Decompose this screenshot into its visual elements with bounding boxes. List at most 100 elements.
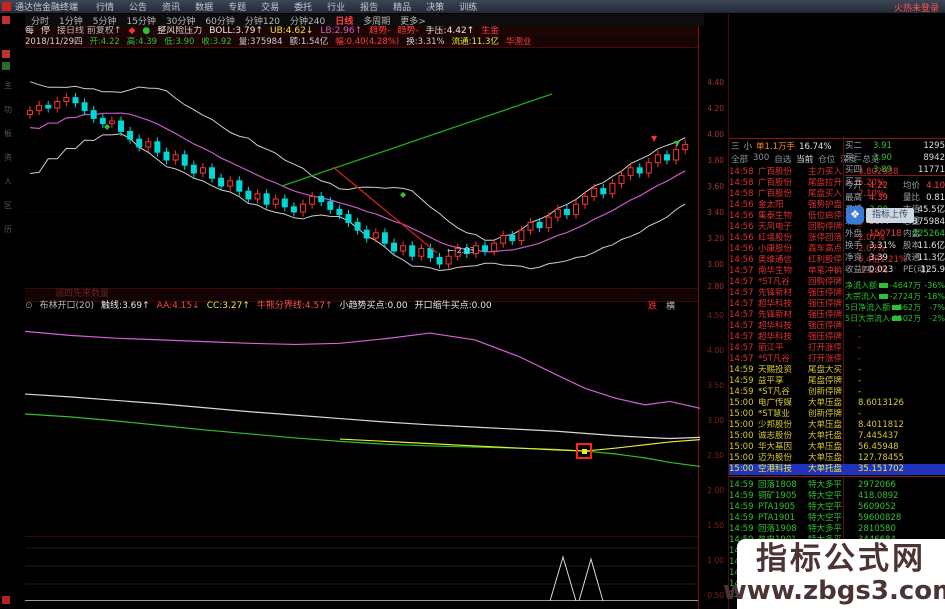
menu-item[interactable]: 专题 [228, 0, 246, 13]
timeframe-item[interactable]: 1分钟 [59, 14, 83, 27]
candle-body [281, 198, 288, 208]
message-row[interactable]: 15:00 少邦股份 大单压盘 8.4011812 [729, 420, 945, 431]
orderbook-row[interactable]: 买二 3.91 1295 [845, 140, 945, 152]
timeframe-item[interactable]: 15分钟 [126, 14, 155, 27]
quote-row: 净资 3.39 流通 11.3亿 [845, 252, 945, 264]
message-row[interactable]: 15:00 华大基因 大单压盘 56.45948 [729, 442, 945, 453]
quote-value: 11.6亿 [917, 241, 945, 251]
spike-line [549, 555, 577, 602]
orderbook-row[interactable]: 买三 3.90 8942 [845, 152, 945, 164]
candle-body [254, 193, 261, 200]
daily-quote-line: 2018/11/29四 开:4.22 高:4.39 低:3.90 收:3.92 量:375… [25, 37, 698, 47]
message-cell: 天风电子 [758, 222, 793, 232]
main-axis-label: 3.40 [707, 208, 724, 217]
timeframe-item[interactable]: 分时 [31, 14, 49, 27]
message-row[interactable]: 14:59 *ST凡谷 创新停牌 - [729, 387, 945, 398]
message-row[interactable]: 14:59 PTA1901 特大空平 59600828 [729, 513, 945, 524]
message-row[interactable]: 14:59 天赐投资 尾盘大买 - [729, 365, 945, 376]
watermark: 指标公式网 www.zbgs3.com [723, 539, 945, 609]
floating-tooltip[interactable]: ❖ 指标上传 [846, 206, 915, 224]
left-tool-icon[interactable] [2, 50, 10, 58]
tab-item[interactable]: 仓位 [818, 153, 835, 165]
tab-item[interactable]: 当前 [796, 153, 813, 165]
left-tab-char[interactable]: 人 [4, 176, 12, 187]
message-cell: 特大多平 [808, 524, 843, 534]
left-tool-icon[interactable] [2, 62, 10, 70]
timeframe-item[interactable]: 60分钟 [205, 14, 234, 27]
timeframe-item[interactable]: 分钟120 [245, 14, 280, 27]
candle-body [81, 102, 88, 112]
message-row[interactable]: 15:00 诚志股份 大单托盘 7.445437 [729, 431, 945, 442]
message-row[interactable]: 14:57 超华科技 强压停牌 - [729, 332, 945, 343]
left-tab-char[interactable]: 资 [4, 152, 12, 163]
message-cell: 特大空平 [808, 513, 843, 523]
message-cell: 天赐投资 [758, 365, 793, 375]
window-title: 通达信金融终端 [15, 3, 79, 13]
message-row[interactable]: 14:59 铜矿1905 特大空平 418.0892 [729, 491, 945, 502]
message-row[interactable]: 15:00 *ST慧业 创新停牌 - [729, 409, 945, 420]
message-row[interactable]: 15:00 电广传媒 大单压盘 8.6013126 [729, 398, 945, 409]
tab-item[interactable]: 全部 [731, 153, 748, 165]
left-tab-char[interactable]: 主 [4, 80, 12, 91]
message-row[interactable]: 15:00 迈为股份 大单压盘 127.78455 [729, 453, 945, 464]
message-row[interactable]: 14:59 回落1808 特大多平 2972066 [729, 480, 945, 491]
timeframe-item[interactable]: 分钟240 [290, 14, 325, 27]
candle-body [272, 198, 279, 205]
left-tool-icon[interactable] [2, 596, 10, 604]
message-cell: 14:59 [729, 491, 754, 501]
left-tab-char[interactable]: 功 [4, 104, 12, 115]
menu-item[interactable]: 决策 [426, 0, 444, 13]
message-row[interactable]: 14:57 丽江平 打开涨停 - [729, 343, 945, 354]
boll-bands [29, 81, 686, 272]
menu-item[interactable]: 行业 [327, 0, 345, 13]
message-row[interactable]: 14:59 回落1908 特大多平 2810580 [729, 524, 945, 535]
lower-axis-label: 3.50 [707, 381, 724, 390]
left-tab-char[interactable]: 板 [4, 128, 12, 139]
candle-body [400, 245, 407, 252]
message-row[interactable]: 14:59 PTA1905 特大空平 5609052 [729, 502, 945, 513]
left-tab-char[interactable]: 历 [4, 224, 12, 235]
menu-item[interactable]: 精品 [393, 0, 411, 13]
timeframe-item[interactable]: 多周期 [363, 14, 390, 27]
tab-item[interactable]: 300 [753, 153, 769, 165]
title-bar: 通达信金融终端 行情 公告 资讯 数据 专题 交易 委托 行业 报告 精品 决策 训练 火热未登录 [0, 0, 945, 14]
fundflow-label: 5日净流入额 [845, 303, 891, 312]
timeframe-item[interactable]: 日线 [335, 14, 353, 27]
menu-item[interactable]: 报告 [360, 0, 378, 13]
menu-item[interactable]: 委托 [294, 0, 312, 13]
candle-body [154, 141, 161, 153]
indicator-value: AA:4.15↓ [156, 301, 200, 311]
indicator-upload-icon[interactable]: ❖ [846, 206, 864, 224]
menu-item[interactable]: 数据 [195, 0, 213, 13]
left-tab-char[interactable]: 区 [4, 200, 12, 211]
menu-item[interactable]: 资讯 [162, 0, 180, 13]
left-tool-icon[interactable] [2, 16, 10, 24]
timeframe-item[interactable]: 更多> [400, 14, 426, 27]
message-row[interactable]: 14:59 益平享 尾盘停牌 - [729, 376, 945, 387]
candle-body [445, 255, 452, 265]
message-cell: 15:00 [729, 409, 754, 419]
menu-item[interactable]: 交易 [261, 0, 279, 13]
quote-panel-tabs: 全部 300 自选 当前 仓位 深度 总览 [729, 153, 879, 165]
timeframe-item[interactable]: 5分钟 [93, 14, 117, 27]
watermark-site-name: 指标公式网 [756, 540, 926, 577]
menu-item[interactable]: 行情 [96, 0, 114, 13]
tab-item[interactable]: 自选 [774, 153, 791, 165]
quote-value: 150718 [869, 229, 902, 239]
message-row[interactable]: 14:57 *ST凡谷 打开涨停 - [729, 354, 945, 365]
menu-item[interactable]: 训练 [459, 0, 477, 13]
login-status[interactable]: 火热未登录 [894, 1, 939, 14]
message-cell: 创新停牌 [808, 387, 843, 397]
orderbook-volume: 8942 [923, 153, 945, 163]
candle-body [300, 203, 306, 213]
timeframe-item[interactable]: 30分钟 [166, 14, 195, 27]
indicator-value: 开口缩牛买点:0.00 [414, 301, 492, 311]
candle-body [354, 221, 361, 231]
menu-item[interactable]: 公告 [129, 0, 147, 13]
fundflow-label: 5日大宗流入 [845, 314, 891, 323]
candle-body [209, 167, 215, 179]
candle-body [409, 245, 416, 257]
message-row[interactable]: 15:00 空港科技 大单托盘 35.151702 [729, 464, 945, 475]
message-cell: 59600828 [858, 513, 902, 523]
main-axis-label: 3.00 [707, 260, 724, 269]
